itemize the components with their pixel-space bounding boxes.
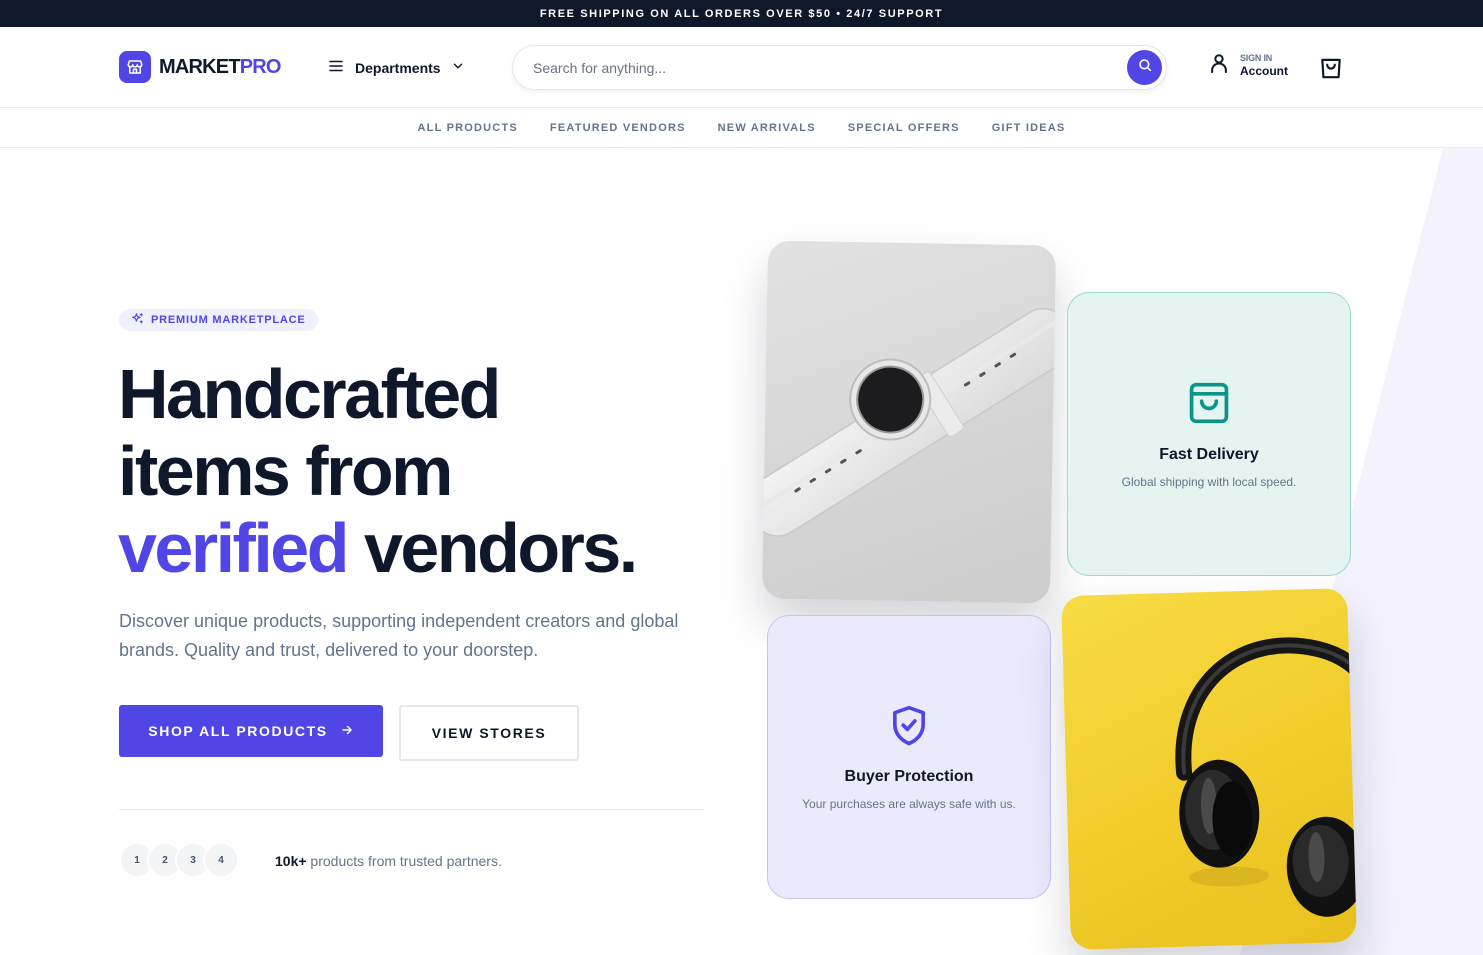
nav-all-products[interactable]: ALL PRODUCTS	[418, 122, 518, 134]
headline-accent: verified	[118, 509, 350, 587]
protection-title: Buyer Protection	[844, 768, 974, 785]
departments-menu[interactable]: Departments	[327, 57, 465, 78]
menu-icon	[327, 57, 345, 78]
products-stat: 10k+ products from trusted partners.	[275, 853, 502, 869]
arrow-right-icon	[340, 723, 354, 740]
departments-label: Departments	[355, 59, 441, 76]
delivery-title: Fast Delivery	[1159, 446, 1259, 463]
delivery-desc: Global shipping with local speed.	[1121, 475, 1297, 489]
nav-featured-vendors[interactable]: FEATURED VENDORS	[550, 122, 686, 134]
shopping-bag-icon	[1318, 58, 1344, 85]
header: MARKETPRO Departments SIGN IN Account	[0, 27, 1483, 108]
logo-text: MARKETPRO	[159, 55, 282, 78]
badge-text: PREMIUM MARKETPLACE	[151, 314, 306, 326]
fast-delivery-card: Fast Delivery Global shipping with local…	[1067, 292, 1351, 576]
premium-badge: PREMIUM MARKETPLACE	[119, 309, 318, 331]
search-button[interactable]	[1127, 50, 1162, 85]
shield-check-icon	[889, 703, 929, 754]
chevron-down-icon	[451, 59, 465, 76]
headphones-product-image[interactable]	[1061, 588, 1357, 950]
hero-divider	[119, 809, 704, 810]
announcement-text: FREE SHIPPING ON ALL ORDERS OVER $50 • 2…	[539, 7, 944, 20]
sparkle-icon	[131, 312, 144, 328]
announcement-bar: FREE SHIPPING ON ALL ORDERS OVER $50 • 2…	[0, 0, 1483, 27]
cart-button[interactable]	[1318, 55, 1344, 86]
account-label: Account	[1240, 63, 1288, 78]
view-stores-button[interactable]: VIEW STORES	[399, 705, 579, 761]
storefront-icon	[119, 51, 151, 83]
search-bar	[512, 45, 1167, 90]
user-icon	[1208, 51, 1230, 80]
avatar: 4	[203, 842, 239, 878]
partner-avatars: 1 2 3 4	[119, 842, 239, 878]
search-input[interactable]	[533, 46, 1113, 89]
nav-special-offers[interactable]: SPECIAL OFFERS	[848, 122, 960, 134]
search-icon	[1137, 57, 1153, 78]
buyer-protection-card: Buyer Protection Your purchases are alwa…	[767, 615, 1051, 899]
headphones-illustration	[1175, 637, 1357, 917]
account-link[interactable]: SIGN IN Account	[1208, 51, 1288, 80]
logo[interactable]: MARKETPRO	[119, 51, 282, 83]
signin-label: SIGN IN	[1240, 52, 1273, 63]
shop-all-products-button[interactable]: SHOP ALL PRODUCTS	[119, 705, 383, 757]
category-nav: ALL PRODUCTS FEATURED VENDORS NEW ARRIVA…	[0, 108, 1483, 148]
nav-gift-ideas[interactable]: GIFT IDEAS	[992, 122, 1066, 134]
watch-product-image[interactable]	[761, 240, 1057, 604]
hero-headline: Handcrafted items from verified vendors.	[118, 355, 638, 587]
hero-subtext: Discover unique products, supporting ind…	[119, 611, 679, 660]
nav-new-arrivals[interactable]: NEW ARRIVALS	[718, 122, 816, 134]
delivery-bag-icon	[1187, 379, 1231, 432]
protection-desc: Your purchases are always safe with us.	[802, 797, 1016, 811]
smartwatch-illustration	[761, 307, 1057, 537]
